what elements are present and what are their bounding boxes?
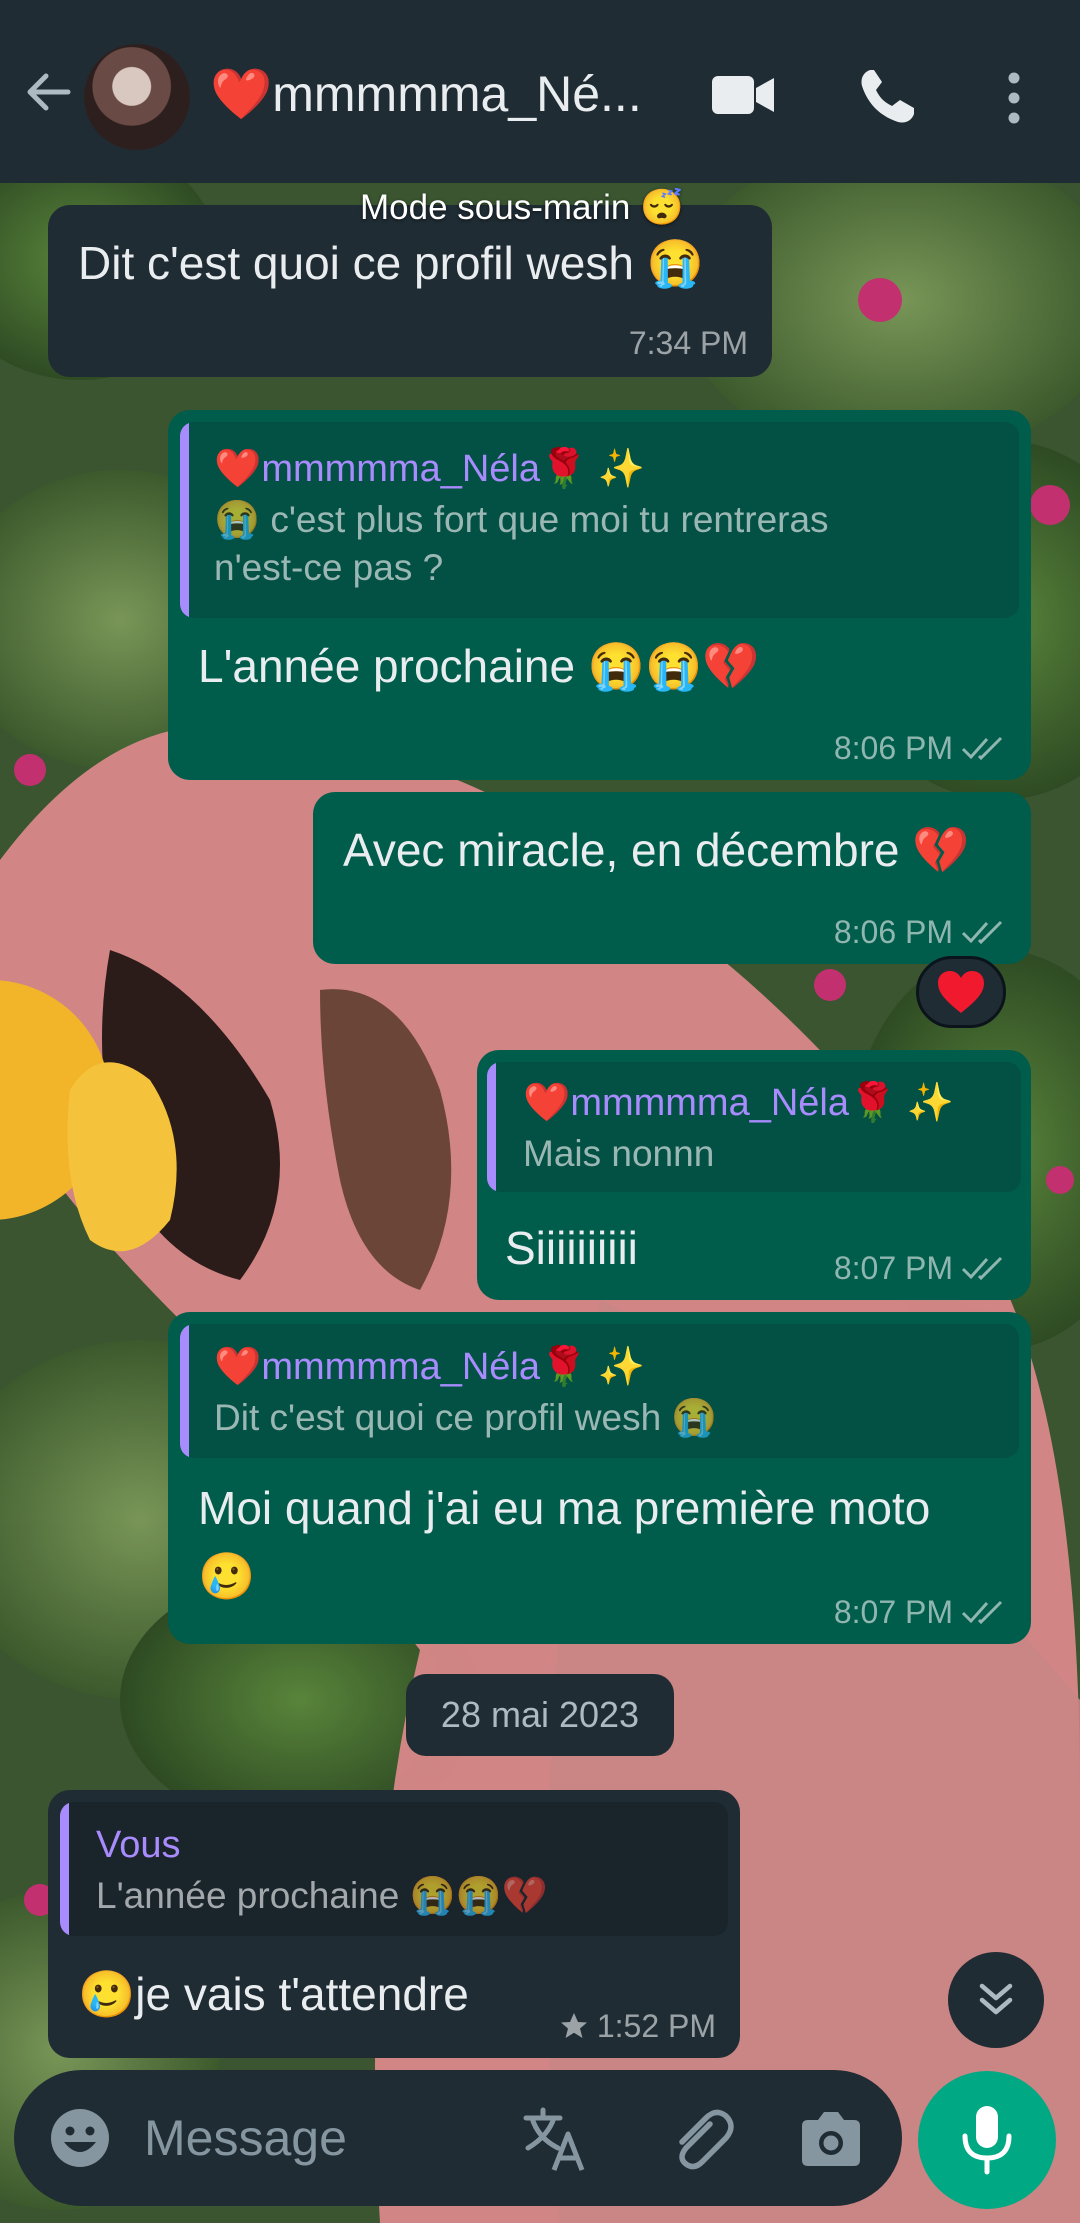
translate-icon[interactable] bbox=[520, 2104, 590, 2174]
read-ticks-icon bbox=[961, 1256, 1003, 1281]
phone-icon[interactable] bbox=[858, 66, 916, 126]
mic-icon bbox=[962, 2106, 1012, 2175]
message-time: 7:34 PM bbox=[628, 325, 748, 361]
quote-text: n'est-ce pas ? bbox=[214, 547, 444, 588]
message-time: 1:52 PM bbox=[559, 2006, 716, 2046]
date-separator: 28 mai 2023 bbox=[406, 1674, 674, 1756]
message-input[interactable] bbox=[144, 2108, 394, 2168]
quote-author: ❤️mmmmma_Néla🌹 ✨ bbox=[214, 1346, 646, 1388]
scroll-to-bottom-button[interactable] bbox=[948, 1952, 1044, 2048]
submarine-mode-label: Mode sous-marin 😴 bbox=[360, 188, 684, 227]
message-bubble-outgoing[interactable]: ❤️mmmmma_Néla🌹 ✨ Mais nonnn Siiiiiiiiii … bbox=[477, 1050, 1031, 1300]
emoji-icon[interactable] bbox=[48, 2106, 112, 2170]
quote-text: L'année prochaine 😭😭💔 bbox=[96, 1875, 548, 1916]
quoted-message[interactable]: ❤️mmmmma_Néla🌹 ✨ Dit c'est quoi ce profi… bbox=[180, 1324, 1019, 1458]
read-ticks-icon bbox=[961, 1600, 1003, 1625]
star-icon bbox=[560, 2013, 587, 2038]
message-composer bbox=[14, 2070, 902, 2206]
mic-button[interactable] bbox=[918, 2071, 1056, 2209]
heart-icon bbox=[938, 971, 984, 1013]
message-time: 8:06 PM bbox=[834, 728, 1007, 768]
message-bubble-incoming[interactable]: Vous L'année prochaine 😭😭💔 🥲je vais t'at… bbox=[48, 1790, 740, 2058]
quoted-message[interactable]: Vous L'année prochaine 😭😭💔 bbox=[60, 1802, 728, 1936]
quoted-message[interactable]: ❤️mmmmma_Néla🌹 ✨ Mais nonnn bbox=[487, 1062, 1021, 1192]
contact-name[interactable]: ❤️mmmmma_Né... bbox=[210, 62, 680, 126]
message-text: 🥲je vais t'attendre bbox=[78, 1968, 469, 2020]
read-ticks-icon bbox=[961, 736, 1003, 761]
quote-author: Vous bbox=[96, 1824, 181, 1866]
read-ticks-icon bbox=[961, 920, 1003, 945]
quote-text: Mais nonnn bbox=[523, 1133, 715, 1174]
message-text: 🥲 bbox=[198, 1550, 256, 1602]
quote-author: ❤️mmmmma_Néla🌹 ✨ bbox=[214, 448, 646, 490]
quote-text: Dit c'est quoi ce profil wesh 😭 bbox=[214, 1397, 718, 1438]
quote-accent-bar bbox=[60, 1802, 69, 1936]
quote-accent-bar bbox=[180, 1324, 189, 1458]
arrow-left-icon[interactable] bbox=[18, 62, 78, 122]
double-chevron-down-icon bbox=[979, 1983, 1013, 2015]
message-time: 8:06 PM bbox=[834, 912, 1007, 952]
message-bubble-outgoing[interactable]: Avec miracle, en décembre 💔 8:06 PM bbox=[313, 792, 1031, 964]
message-reaction[interactable] bbox=[916, 956, 1006, 1028]
more-vert-icon[interactable] bbox=[996, 70, 1032, 126]
quoted-message[interactable]: ❤️mmmmma_Néla🌹 ✨ 😭 c'est plus fort que m… bbox=[180, 422, 1019, 618]
quote-accent-bar bbox=[180, 422, 189, 618]
message-text: Moi quand j'ai eu ma première moto bbox=[198, 1482, 931, 1534]
contact-avatar[interactable] bbox=[84, 44, 190, 150]
videocam-icon[interactable] bbox=[710, 70, 776, 120]
message-text: Dit c'est quoi ce profil wesh 😭 bbox=[78, 237, 704, 289]
message-bubble-outgoing[interactable]: ❤️mmmmma_Néla🌹 ✨ Dit c'est quoi ce profi… bbox=[168, 1312, 1031, 1644]
message-time: 8:07 PM bbox=[834, 1592, 1007, 1632]
camera-icon[interactable] bbox=[798, 2108, 864, 2170]
paperclip-icon[interactable] bbox=[666, 2104, 736, 2174]
message-text: L'année prochaine 😭😭💔 bbox=[198, 640, 760, 692]
chat-header: ❤️mmmmma_Né... bbox=[0, 0, 1080, 183]
message-text: Siiiiiiiiii bbox=[505, 1222, 638, 1274]
message-text: Avec miracle, en décembre 💔 bbox=[343, 824, 970, 876]
message-time: 8:07 PM bbox=[834, 1248, 1007, 1288]
quote-text: 😭 c'est plus fort que moi tu rentreras bbox=[214, 499, 829, 540]
quote-accent-bar bbox=[487, 1062, 496, 1192]
quote-author: ❤️mmmmma_Néla🌹 ✨ bbox=[523, 1082, 955, 1124]
message-bubble-outgoing[interactable]: ❤️mmmmma_Néla🌹 ✨ 😭 c'est plus fort que m… bbox=[168, 410, 1031, 780]
